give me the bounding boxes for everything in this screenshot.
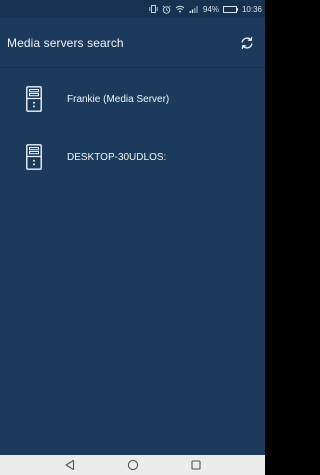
list-item[interactable]: DESKTOP-30UDLOS:: [0, 128, 265, 186]
refresh-icon: [240, 36, 254, 50]
signal-icon: [189, 5, 199, 13]
home-icon: [127, 459, 139, 471]
status-time: 10:36: [241, 4, 262, 14]
vibrate-icon: [149, 5, 158, 13]
recents-icon: [190, 459, 202, 471]
page-title: Media servers search: [7, 35, 124, 50]
server-name: DESKTOP-30UDLOS:: [67, 151, 167, 163]
home-button[interactable]: [125, 457, 141, 473]
status-bar: 94% 10:36: [0, 0, 265, 18]
battery-icon: [222, 5, 238, 13]
nav-bar: [0, 455, 265, 475]
list-item[interactable]: Frankie (Media Server): [0, 70, 265, 128]
back-button[interactable]: [62, 457, 78, 473]
app-bar: Media servers search: [0, 18, 265, 68]
server-tower-icon: [25, 86, 43, 112]
refresh-button[interactable]: [237, 33, 257, 53]
screen: 94% 10:36 Media servers search Frankie (…: [0, 0, 265, 475]
battery-percent: 94%: [202, 4, 219, 14]
server-name: Frankie (Media Server): [67, 93, 170, 105]
wifi-icon: [175, 5, 185, 13]
server-list: Frankie (Media Server) DESKTOP-30UDLOS:: [0, 70, 265, 186]
back-icon: [64, 459, 76, 471]
alarm-icon: [162, 4, 171, 14]
recents-button[interactable]: [188, 457, 204, 473]
server-tower-icon: [25, 144, 43, 170]
